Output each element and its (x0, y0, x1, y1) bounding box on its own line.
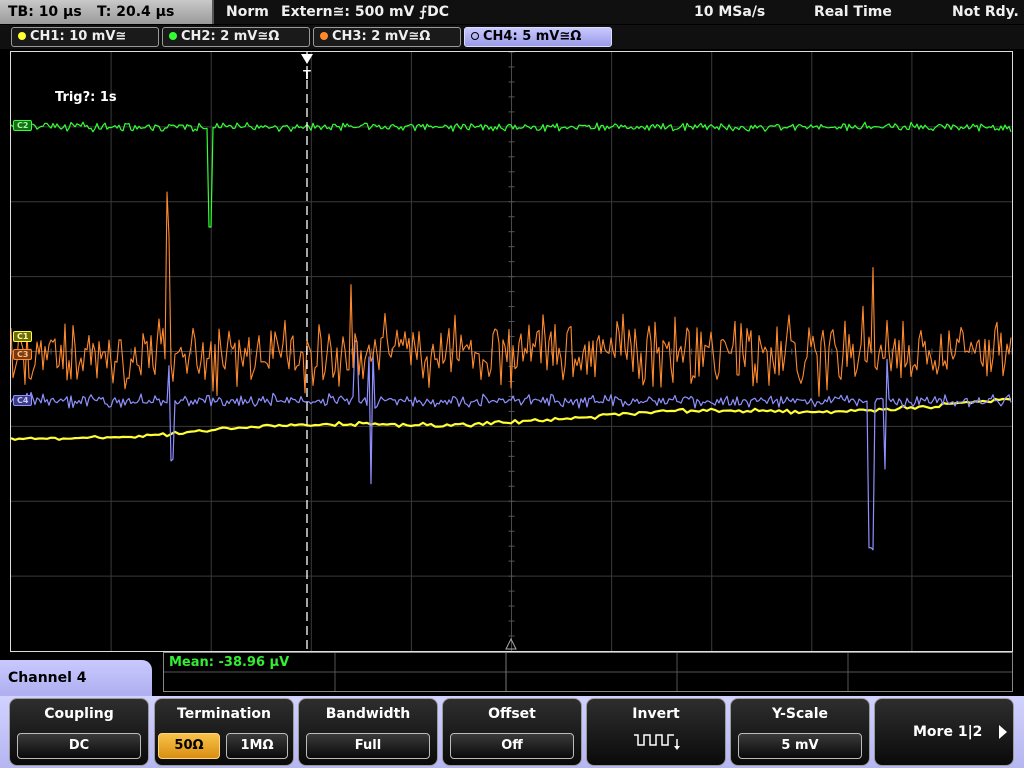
termination-title: Termination (177, 706, 271, 722)
tab-ch1[interactable]: CH1: 10 mV≅ (11, 27, 159, 47)
invert-softkey[interactable]: Invert (586, 698, 726, 766)
bandwidth-value[interactable]: Full (306, 733, 430, 759)
more-label: More 1|2 (913, 724, 983, 740)
timebase-panel[interactable]: TB: 10 µs T: 20.4 µs (0, 0, 214, 24)
measurement-panel: Mean: -38.96 µV (163, 652, 1013, 692)
tab-ch2[interactable]: CH2: 2 mV≅Ω (162, 27, 310, 47)
trigger-mode[interactable]: Norm (226, 0, 269, 24)
bandwidth-softkey[interactable]: Bandwidth Full (298, 698, 438, 766)
offset-value[interactable]: Off (450, 733, 574, 759)
trigger-source[interactable]: Extern≅: 500 mV ⨍DC (281, 0, 449, 24)
waveform-display[interactable]: T Trig?: 1s C2 C1 C3 C4 (10, 51, 1013, 652)
menu-title: Channel 4 (0, 660, 152, 696)
yscale-title: Y-Scale (771, 706, 828, 722)
tab-ch3[interactable]: CH3: 2 mV≅Ω (313, 27, 461, 47)
channel-tab-row: CH1: 10 mV≅ CH2: 2 mV≅Ω CH3: 2 mV≅Ω CH4:… (0, 25, 1024, 49)
trigger-marker-label: T (303, 67, 311, 82)
next-page-arrow-icon (999, 725, 1007, 739)
tab-ch3-label: CH3: 2 mV≅Ω (332, 29, 431, 44)
ch1-offset-marker[interactable]: C1 (13, 331, 33, 342)
ch4-color-dot (471, 32, 479, 40)
invert-square-wave-icon (634, 734, 680, 750)
status-bar: TB: 10 µs T: 20.4 µs Norm Extern≅: 500 m… (0, 0, 1024, 24)
ch4-offset-marker[interactable]: C4 (13, 395, 33, 406)
ch2-offset-marker[interactable]: C2 (13, 120, 33, 131)
termination-1mohm-option[interactable]: 1MΩ (226, 733, 288, 759)
graticule-grid (11, 52, 1012, 651)
trigger-timeout-label: Trig?: 1s (55, 90, 117, 105)
trigger-time-readout: T: 20.4 µs (97, 4, 175, 20)
ch3-color-dot (320, 32, 328, 40)
measurement-grid (164, 653, 1012, 691)
timebase-readout: TB: 10 µs (8, 4, 82, 20)
mean-measurement: Mean: -38.96 µV (169, 655, 290, 670)
waveform-plot: T (11, 52, 1012, 651)
termination-softkey[interactable]: Termination 50Ω 1MΩ (154, 698, 294, 766)
coupling-title: Coupling (44, 706, 114, 722)
coupling-value[interactable]: DC (17, 733, 141, 759)
termination-50ohm-option[interactable]: 50Ω (158, 733, 220, 759)
tab-ch4[interactable]: CH4: 5 mV≅Ω (464, 27, 612, 47)
ch1-color-dot (18, 32, 26, 40)
yscale-value[interactable]: 5 mV (738, 733, 862, 759)
ch2-color-dot (169, 32, 177, 40)
tab-ch4-label: CH4: 5 mV≅Ω (483, 29, 582, 44)
ch3-offset-marker[interactable]: C3 (13, 349, 33, 360)
acquisition-mode: Real Time (814, 4, 892, 20)
offset-title: Offset (488, 706, 536, 722)
offset-softkey[interactable]: Offset Off (442, 698, 582, 766)
tab-ch1-label: CH1: 10 mV≅ (30, 29, 127, 44)
invert-title: Invert (632, 706, 680, 722)
softkey-menu: Coupling DC Termination 50Ω 1MΩ Bandwidt… (0, 696, 1024, 768)
coupling-softkey[interactable]: Coupling DC (9, 698, 149, 766)
tab-ch2-label: CH2: 2 mV≅Ω (181, 29, 280, 44)
bandwidth-title: Bandwidth (325, 706, 411, 722)
more-softkey[interactable]: More 1|2 (874, 698, 1014, 766)
sample-rate: 10 MSa/s (694, 4, 766, 20)
trigger-status: Not Rdy. (952, 4, 1019, 20)
yscale-softkey[interactable]: Y-Scale 5 mV (730, 698, 870, 766)
